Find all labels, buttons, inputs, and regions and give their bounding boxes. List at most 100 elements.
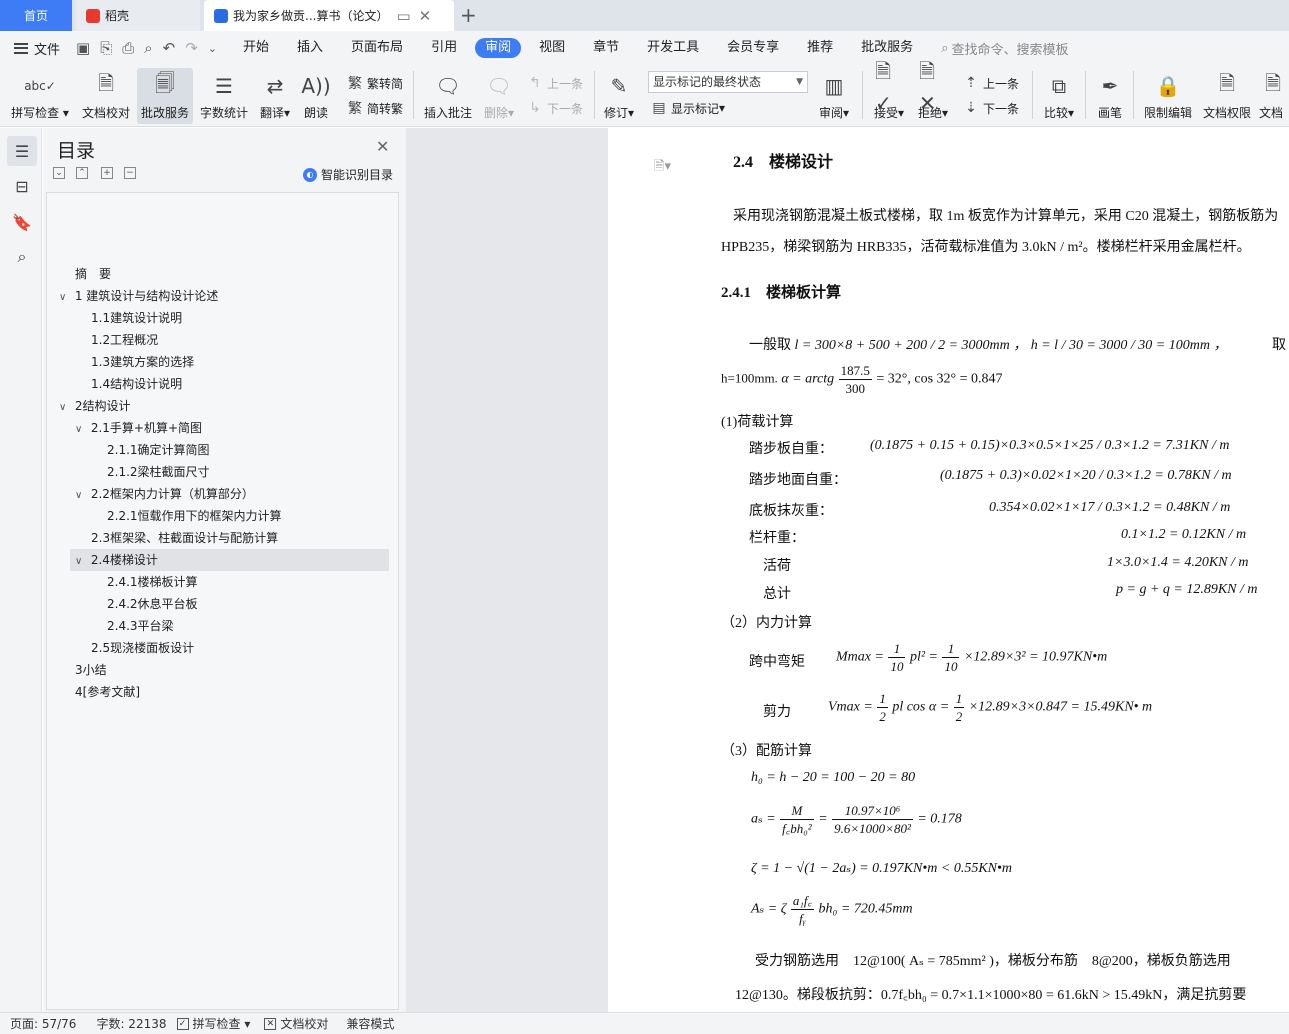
next-comment-button[interactable]: ↳ 下一条: [526, 97, 583, 119]
toc-item[interactable]: 2.4.1楼梯板计算: [107, 571, 198, 593]
navigation-rail: ☰ ⊟ 🔖 ⌕: [0, 128, 42, 1012]
doc-proof-button[interactable]: 🗎 文档校对: [78, 68, 134, 124]
undo-icon[interactable]: ↶: [163, 39, 176, 57]
tab-daoke[interactable]: 稻壳: [76, 0, 200, 31]
translate-button[interactable]: ⇄ 翻译▾: [256, 68, 294, 124]
toc-item[interactable]: 2.1.1确定计算简图: [107, 439, 210, 461]
menu-tab-1[interactable]: 插入: [287, 38, 333, 58]
menu-tab-6[interactable]: 章节: [583, 38, 629, 58]
word-count-button[interactable]: ☰ 字数统计: [197, 68, 251, 124]
trad-to-simp-button[interactable]: 繁 繁转简: [346, 72, 403, 94]
toc-item[interactable]: 2.4.2休息平台板: [107, 593, 198, 615]
menu-tab-2[interactable]: 页面布局: [341, 38, 413, 58]
track-changes-button[interactable]: ✎ 修订▾: [600, 68, 638, 124]
menu-tab-10[interactable]: 批改服务: [851, 38, 923, 58]
toc-item[interactable]: 4[参考文献]: [75, 681, 140, 703]
close-tab-icon[interactable]: ✕: [419, 7, 432, 25]
search-icon[interactable]: ⌕: [7, 242, 37, 272]
delete-comment-button[interactable]: 🗨 删除▾: [480, 68, 518, 124]
doc-proof-status[interactable]: ✕ 文档校对: [264, 1015, 328, 1032]
toc-item-selected[interactable]: ∨ 2.4楼梯设计: [70, 549, 389, 571]
chevron-down-icon[interactable]: ∨: [75, 419, 87, 441]
remove-heading-icon[interactable]: −: [124, 167, 136, 179]
doc-more-button[interactable]: 🗎 文档: [1259, 68, 1289, 124]
toc-item[interactable]: 2.3框架梁、柱截面设计与配筋计算: [91, 527, 278, 549]
tab-document[interactable]: 我为家乡做贡...算书（论文） ▭ ✕: [204, 0, 454, 31]
menu-tab-5[interactable]: 视图: [529, 38, 575, 58]
page-indicator[interactable]: 页面: 57/76: [10, 1015, 76, 1032]
markup-state-select[interactable]: 显示标记的最终状态 ▼: [648, 71, 808, 93]
menu-tab-7[interactable]: 开发工具: [637, 38, 709, 58]
chevron-down-icon[interactable]: ∨: [75, 485, 87, 507]
toc-item[interactable]: 2.4.3平台梁: [107, 615, 174, 637]
review-pane-button[interactable]: ▥ 审阅▾: [815, 68, 853, 124]
export-pdf-icon[interactable]: ⎘: [100, 39, 112, 57]
print-icon[interactable]: ⎙: [122, 39, 134, 57]
smart-toc-label: 智能识别目录: [321, 168, 394, 182]
doc-proof-status-label: 文档校对: [280, 1017, 329, 1031]
toc-item[interactable]: 2.1.2梁柱截面尺寸: [107, 461, 210, 483]
toc-item[interactable]: 1.4结构设计说明: [91, 373, 182, 395]
monitor-icon[interactable]: ▭: [396, 7, 410, 25]
toc-item[interactable]: 1.2工程概况: [91, 329, 158, 351]
toc-item[interactable]: 1.1建筑设计说明: [91, 307, 182, 329]
prev-comment-button[interactable]: ↰ 上一条: [526, 72, 583, 94]
menu-tab-review[interactable]: 审阅: [475, 38, 522, 58]
load-formula: (0.1875 + 0.15 + 0.15)×0.3×0.5×1×25 / 0.…: [870, 438, 1230, 453]
accept-button[interactable]: 🗎✓ 接受▾: [870, 59, 908, 124]
collapse-all-icon[interactable]: ⌄: [53, 167, 65, 179]
reject-button[interactable]: 🗎✕ 拒绝▾: [914, 59, 952, 124]
expand-up-icon[interactable]: ⌃: [76, 167, 88, 179]
chevron-down-icon[interactable]: ∨: [59, 287, 71, 309]
chapter-nav-icon[interactable]: ⊟: [7, 171, 37, 201]
toc-item[interactable]: 1.3建筑方案的选择: [91, 351, 194, 373]
toc-item[interactable]: 摘 要: [75, 263, 111, 285]
toc-item[interactable]: ∨ 1 建筑设计与结构设计论述: [59, 285, 218, 307]
prev-change-button[interactable]: ⇡ 上一条: [962, 72, 1019, 94]
simp-to-trad-button[interactable]: 繁 简转繁: [346, 97, 403, 119]
toc-item-label: 2.2.1恒载作用下的框架内力计算: [107, 509, 282, 523]
save-icon[interactable]: ▣: [76, 39, 90, 57]
denominator: fᵧ: [799, 911, 806, 926]
next-change-button[interactable]: ⇣ 下一条: [962, 97, 1019, 119]
show-markup-button[interactable]: ▤ 显示标记 ▾: [650, 97, 725, 119]
page-menu-icon[interactable]: 🗎▾: [654, 157, 671, 179]
read-aloud-button[interactable]: A)) 朗读: [299, 68, 333, 124]
toc-item[interactable]: 3小结: [75, 659, 107, 681]
insert-comment-button[interactable]: 🗨 插入批注: [420, 68, 476, 124]
spell-check-status[interactable]: ✓ 拼写检查 ▾: [176, 1015, 250, 1032]
smart-toc-button[interactable]: ◐ 智能识别目录: [303, 166, 393, 183]
close-icon[interactable]: ✕: [376, 137, 389, 156]
menu-tab-0[interactable]: 开始: [233, 38, 279, 58]
tab-home[interactable]: 首页: [0, 0, 72, 31]
doc-permission-button[interactable]: 🗎 文档权限: [1199, 68, 1255, 124]
pen-button[interactable]: ✒ 画笔: [1093, 68, 1127, 124]
spell-check-button[interactable]: abc✓ 拼写检查 ▾: [10, 68, 70, 124]
toc-panel-icon[interactable]: ☰: [7, 136, 37, 166]
correction-service-button[interactable]: 🗐 批改服务: [137, 68, 193, 124]
toc-item[interactable]: ∨ 2.1手算+机算+简图: [75, 417, 202, 439]
toc-item[interactable]: ∨ 2.2框架内力计算（机算部分）: [75, 483, 254, 505]
toc-item[interactable]: 2.5现浇楼面板设计: [91, 637, 194, 659]
menu-tab-3[interactable]: 引用: [421, 38, 467, 58]
word-count-indicator[interactable]: 字数: 22138: [96, 1015, 166, 1032]
print-preview-icon[interactable]: ⌕: [144, 39, 152, 57]
chevron-down-icon[interactable]: ∨: [59, 397, 71, 419]
bookmark-icon[interactable]: 🔖: [7, 207, 37, 237]
customize-toolbar-icon[interactable]: ⌄: [208, 42, 217, 55]
subsection-heading: 2.4.1 楼梯板计算: [721, 285, 842, 301]
redo-icon[interactable]: ↷: [185, 39, 198, 57]
add-heading-icon[interactable]: +: [101, 167, 113, 179]
search-icon: ⌕: [941, 40, 949, 56]
command-search[interactable]: ⌕ 查找命令、搜索模板: [941, 39, 1068, 58]
compare-button[interactable]: ⧉ 比较▾: [1040, 68, 1078, 124]
new-tab-button[interactable]: +: [460, 3, 477, 27]
track-changes-label: 修订: [603, 106, 628, 120]
restrict-edit-button[interactable]: 🔒 限制编辑: [1140, 68, 1196, 124]
file-menu[interactable]: 文件: [14, 39, 60, 58]
menu-tab-9[interactable]: 推荐: [797, 38, 843, 58]
toc-item[interactable]: 2.2.1恒载作用下的框架内力计算: [107, 505, 282, 527]
toc-item[interactable]: ∨ 2结构设计: [59, 395, 130, 417]
menu-tab-8[interactable]: 会员专享: [717, 38, 789, 58]
chevron-down-icon[interactable]: ∨: [75, 551, 87, 573]
